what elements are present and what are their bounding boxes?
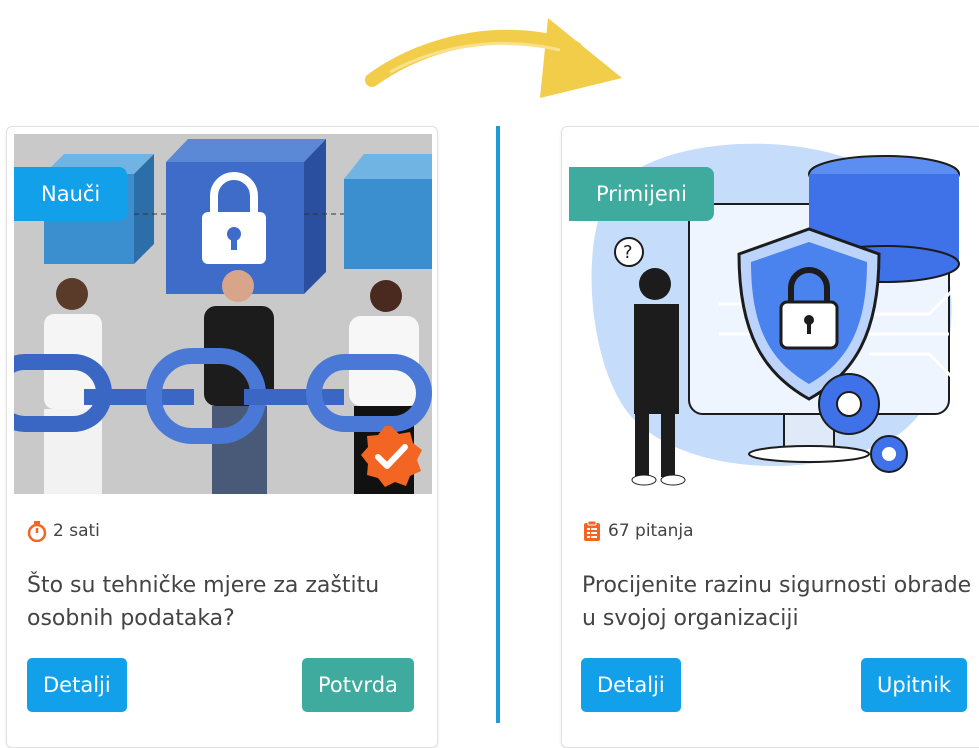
apply-tag: Primijeni (569, 167, 714, 221)
clipboard-list-icon (584, 520, 600, 541)
confirm-button[interactable]: Potvrda (302, 658, 414, 712)
questionnaire-button[interactable]: Upitnik (861, 658, 968, 712)
duration-text: 2 sati (53, 521, 100, 541)
arrow-icon (365, 18, 622, 98)
apply-card: ? Primijeni 67 pitanja Procijenite razin… (561, 126, 979, 748)
learn-card-title[interactable]: Što su tehničke mjere za zaštitu osobnih… (27, 569, 422, 635)
details-button[interactable]: Detalji (581, 658, 681, 712)
learn-tag: Nauči (14, 167, 128, 221)
learn-card: Nauči 2 sati Što su tehničke mjere za za… (6, 126, 438, 748)
questions-count-text: 67 pitanja (608, 521, 694, 541)
apply-card-title[interactable]: Procijenite razinu sigurnosti obrade u s… (582, 569, 977, 635)
checkmark-seal-icon (361, 426, 422, 487)
duration-meta: 2 sati (27, 520, 100, 542)
details-button[interactable]: Detalji (27, 658, 127, 712)
column-divider (496, 126, 500, 723)
questions-meta: 67 pitanja (582, 520, 694, 542)
stopwatch-icon (27, 521, 47, 542)
svg-text:?: ? (623, 242, 633, 263)
